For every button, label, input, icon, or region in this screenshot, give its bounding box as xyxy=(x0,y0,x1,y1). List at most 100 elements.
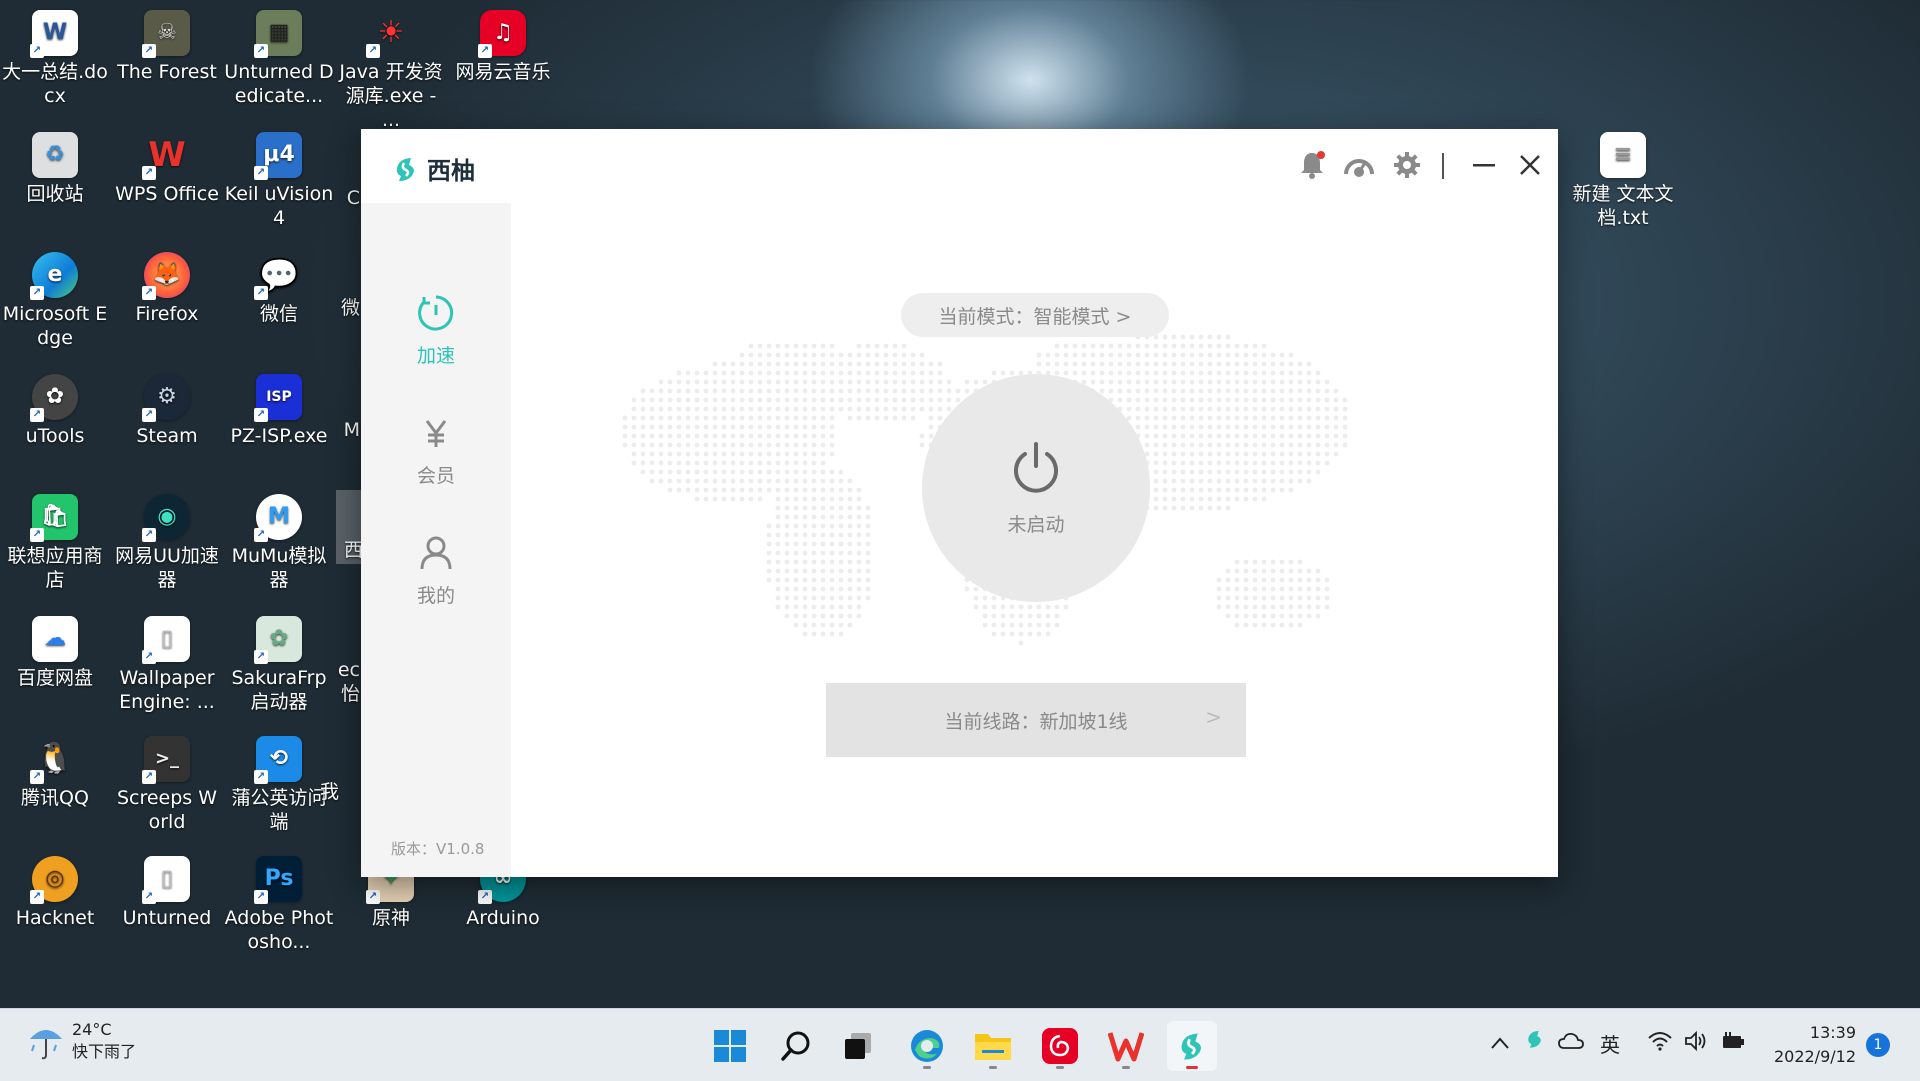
desktop-icon-edge[interactable]: e Microsoft Edge xyxy=(0,248,110,350)
speed-test-button[interactable] xyxy=(1341,147,1377,183)
user-icon xyxy=(420,536,452,570)
clock-icon xyxy=(418,295,454,331)
desktop-icon-label: 蒲公英访问端 xyxy=(231,787,327,833)
desktop-icon-label: 腾讯QQ xyxy=(21,787,89,809)
desktop-icon-unturned[interactable]: ▯ Unturned xyxy=(112,852,222,930)
desktop-icon-new-text[interactable]: ≡ 新建 文本文档.txt xyxy=(1568,128,1678,230)
chevron-right-icon: > xyxy=(1205,705,1222,729)
desktop-icon-netease-music[interactable]: ♫ 网易云音乐 xyxy=(448,6,558,84)
desktop-partial-icon: 西 xyxy=(336,490,364,564)
titlebar-divider xyxy=(1442,153,1444,179)
desktop-partial-label: M xyxy=(343,419,360,441)
desktop-icon-pgy[interactable]: ⟲ 蒲公英访问端 xyxy=(224,732,334,834)
settings-button[interactable] xyxy=(1389,147,1425,183)
gear-icon xyxy=(1394,152,1420,178)
desktop-icon-the-forest[interactable]: ☠ The Forest xyxy=(112,6,222,84)
nav-label: 会员 xyxy=(416,465,455,487)
desktop-icon-baidu-netdisk[interactable]: ☁ 百度网盘 xyxy=(0,612,110,690)
tray-battery[interactable] xyxy=(1720,1031,1746,1056)
desktop-icon-unturned-server[interactable]: ▦ Unturned Dedicate... xyxy=(224,6,334,108)
desktop-icon-qq[interactable]: 🐧 腾讯QQ xyxy=(0,732,110,810)
clock-date: 2022/9/12 xyxy=(1773,1047,1856,1066)
tray-volume[interactable] xyxy=(1684,1030,1708,1056)
nav-item-profile[interactable]: 我的 xyxy=(361,533,511,608)
taskbar-netease-music[interactable] xyxy=(1035,1021,1085,1071)
weather-description: 快下雨了 xyxy=(72,1042,137,1061)
desktop-icon-label: 回收站 xyxy=(26,183,84,205)
tray-wifi[interactable] xyxy=(1648,1031,1672,1056)
desktop-partial-label: 我 xyxy=(320,781,340,803)
nav-item-accelerate[interactable]: 加速 xyxy=(361,293,511,368)
desktop-icon-utools[interactable]: ✿ uTools xyxy=(0,370,110,448)
cloud-icon xyxy=(1558,1032,1584,1049)
desktop-icon-label: 联想应用商店 xyxy=(7,545,103,591)
unturned-server-icon: ▦ xyxy=(254,10,302,58)
desktop-partial-label: ec 怡 xyxy=(337,659,360,705)
taskbar-edge[interactable] xyxy=(902,1021,952,1071)
clock-time: 13:39 xyxy=(1809,1023,1856,1042)
desktop-icon-word-doc[interactable]: W 大一总结.docx xyxy=(0,6,110,108)
route-selector[interactable]: 当前线路：新加坡1线 > xyxy=(826,683,1246,757)
notification-badge[interactable]: 1 xyxy=(1866,1033,1890,1057)
xiyou-app-window: 西柚 加速 会员 我的 版本：V1.0.8 当前模式：智能模式 > 未启动 当前… xyxy=(361,129,1558,877)
taskbar: 24°C 快下雨了 英 13:39 2022/9/12 1 xyxy=(0,1008,1920,1081)
desktop-icon-screeps[interactable]: >_ Screeps World xyxy=(112,732,222,834)
desktop-icon-wps-office[interactable]: W WPS Office xyxy=(112,128,222,206)
desktop-icon-label: 网易UU加速器 xyxy=(115,545,219,591)
notifications-button[interactable] xyxy=(1294,147,1330,183)
desktop-icon-label: 网易云音乐 xyxy=(455,61,551,83)
version-label: 版本：V1.0.8 xyxy=(391,840,485,858)
desktop-icon-label: WPS Office xyxy=(115,183,219,205)
sakurafrp-icon: ✿ xyxy=(254,616,302,664)
desktop-icon-label: 新建 文本文档.txt xyxy=(1572,183,1674,229)
pz-isp-icon: ISP xyxy=(254,374,302,422)
desktop-icon-photoshop[interactable]: Ps Adobe Photosho... xyxy=(224,852,334,954)
title-bar[interactable]: 西柚 xyxy=(361,129,1558,203)
desktop-icon-java[interactable]: ☀ Java 开发资源库.exe - ... xyxy=(336,6,446,132)
desktop-icon-recycle-bin[interactable]: ♻ 回收站 xyxy=(0,128,110,206)
minimize-button[interactable] xyxy=(1466,147,1502,183)
taskbar-file-explorer[interactable] xyxy=(968,1021,1018,1071)
the-forest-icon: ☠ xyxy=(142,10,190,58)
taskbar-start-button[interactable] xyxy=(705,1021,755,1071)
netease-music-icon: ♫ xyxy=(478,10,526,58)
desktop-icon-firefox[interactable]: 🦊 Firefox xyxy=(112,248,222,326)
keil-icon: μ4 xyxy=(254,132,302,180)
desktop-icon-mumu[interactable]: M MuMu模拟器 xyxy=(224,490,334,592)
power-button[interactable]: 未启动 xyxy=(922,374,1150,602)
wechat-icon: 💬 xyxy=(254,252,302,300)
tray-overflow-button[interactable] xyxy=(1490,1031,1510,1055)
taskbar-search-button[interactable] xyxy=(771,1021,821,1071)
desktop-icon-steam[interactable]: ⚙ Steam xyxy=(112,370,222,448)
weather-widget[interactable]: 24°C 快下雨了 xyxy=(28,1019,136,1063)
mumu-icon: M xyxy=(254,494,302,542)
taskbar-task-view-button[interactable] xyxy=(833,1021,883,1071)
system-clock[interactable]: 13:39 2022/9/12 xyxy=(1764,1021,1856,1069)
hacknet-icon: ◎ xyxy=(30,856,78,904)
tray-onedrive[interactable] xyxy=(1558,1031,1584,1055)
desktop-icon-uu-booster[interactable]: ◉ 网易UU加速器 xyxy=(112,490,222,592)
nav-item-membership[interactable]: 会员 xyxy=(361,413,511,488)
close-button[interactable] xyxy=(1512,147,1548,183)
tray-ime[interactable]: 英 xyxy=(1600,1029,1620,1058)
desktop-icon-label: Hacknet xyxy=(15,907,95,929)
desktop-icon-label: Firefox xyxy=(135,303,199,325)
recycle-bin-icon: ♻ xyxy=(32,132,78,178)
screeps-icon: >_ xyxy=(142,736,190,784)
close-icon xyxy=(1520,155,1540,175)
nav-label: 我的 xyxy=(416,585,455,607)
desktop-icon-label: The Forest xyxy=(117,61,217,83)
baidu-netdisk-icon: ☁ xyxy=(32,616,78,662)
status-label: 未启动 xyxy=(1007,513,1065,536)
desktop-icon-label: Arduino xyxy=(466,907,540,929)
desktop-icon-keil[interactable]: μ4 Keil uVision4 xyxy=(224,128,334,230)
taskbar-wps[interactable] xyxy=(1101,1021,1151,1071)
desktop-icon-label: Steam xyxy=(136,425,198,447)
desktop-icon-wallpaper-engine[interactable]: ▯ Wallpaper Engine: ... xyxy=(112,612,222,714)
desktop-icon-hacknet[interactable]: ◎ Hacknet xyxy=(0,852,110,930)
mode-selector[interactable]: 当前模式：智能模式 > xyxy=(901,293,1169,337)
taskbar-xiyou[interactable] xyxy=(1167,1021,1217,1071)
tray-xiyou[interactable] xyxy=(1524,1027,1546,1056)
main-panel: 当前模式：智能模式 > 未启动 当前线路：新加坡1线 > xyxy=(511,203,1558,877)
desktop-icon-lenovo-store[interactable]: 🛍 联想应用商店 xyxy=(0,490,110,592)
